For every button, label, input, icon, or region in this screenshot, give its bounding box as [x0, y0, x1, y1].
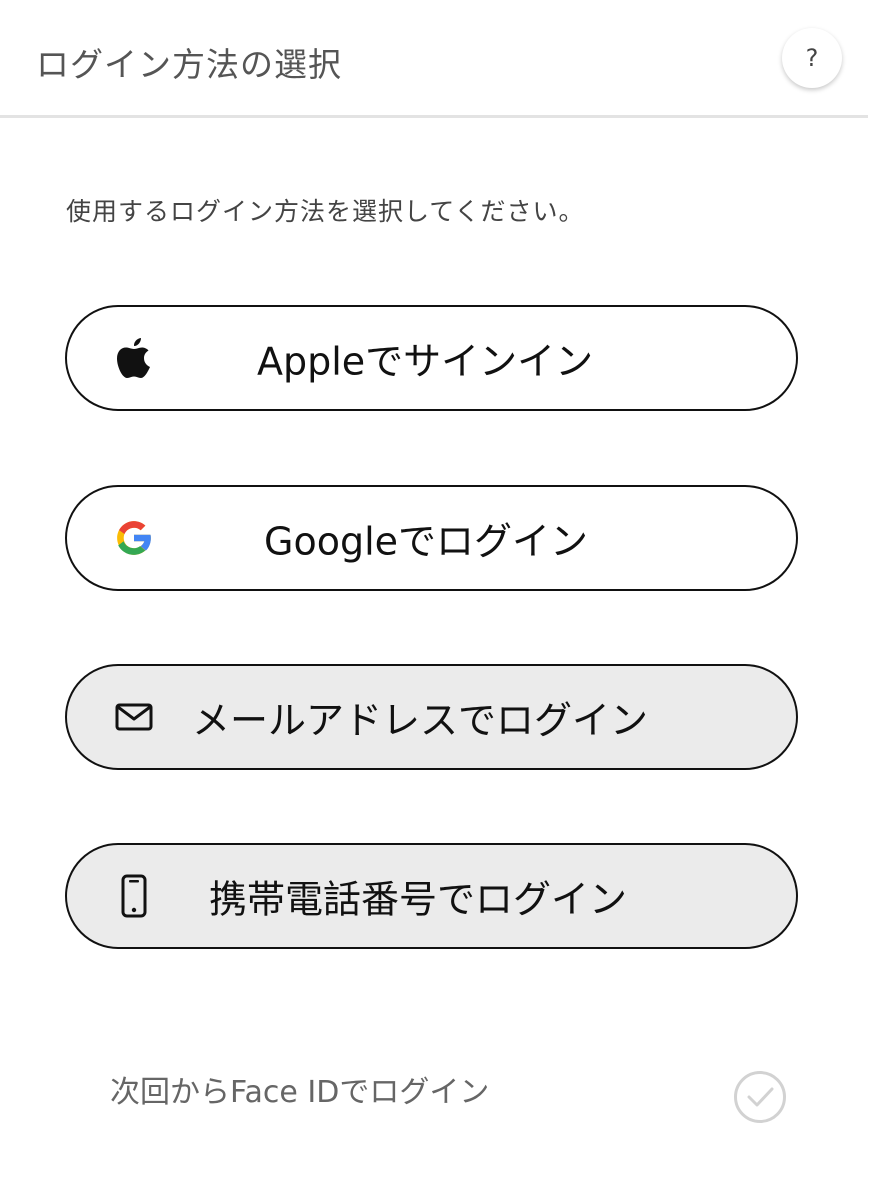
- mail-icon: [112, 695, 156, 739]
- faceid-checkbox[interactable]: [734, 1071, 786, 1123]
- help-button[interactable]: ?: [782, 28, 842, 88]
- apple-signin-button[interactable]: Appleでサインイン: [65, 305, 798, 411]
- google-icon: [112, 516, 156, 560]
- checkmark-circle-icon: [747, 1087, 774, 1107]
- login-method-screen: ログイン方法の選択 ? 使用するログイン方法を選択してください。 Appleでサ…: [0, 0, 893, 1187]
- apple-icon: [112, 336, 156, 380]
- page-title: ログイン方法の選択: [36, 45, 342, 84]
- faceid-option-label: 次回からFace IDでログイン: [110, 1075, 490, 1110]
- email-login-button[interactable]: メールアドレスでログイン: [65, 664, 798, 770]
- instruction-text: 使用するログイン方法を選択してください。: [66, 197, 585, 226]
- phone-login-button[interactable]: 携帯電話番号でログイン: [65, 843, 798, 949]
- google-login-label: Googleでログイン: [264, 519, 589, 564]
- google-login-button[interactable]: Googleでログイン: [65, 485, 798, 591]
- email-login-label: メールアドレスでログイン: [192, 698, 649, 743]
- help-icon: ?: [805, 44, 819, 72]
- phone-login-label: 携帯電話番号でログイン: [209, 877, 628, 922]
- apple-signin-label: Appleでサインイン: [257, 339, 594, 384]
- phone-icon: [112, 874, 156, 918]
- header: ログイン方法の選択 ?: [0, 0, 868, 118]
